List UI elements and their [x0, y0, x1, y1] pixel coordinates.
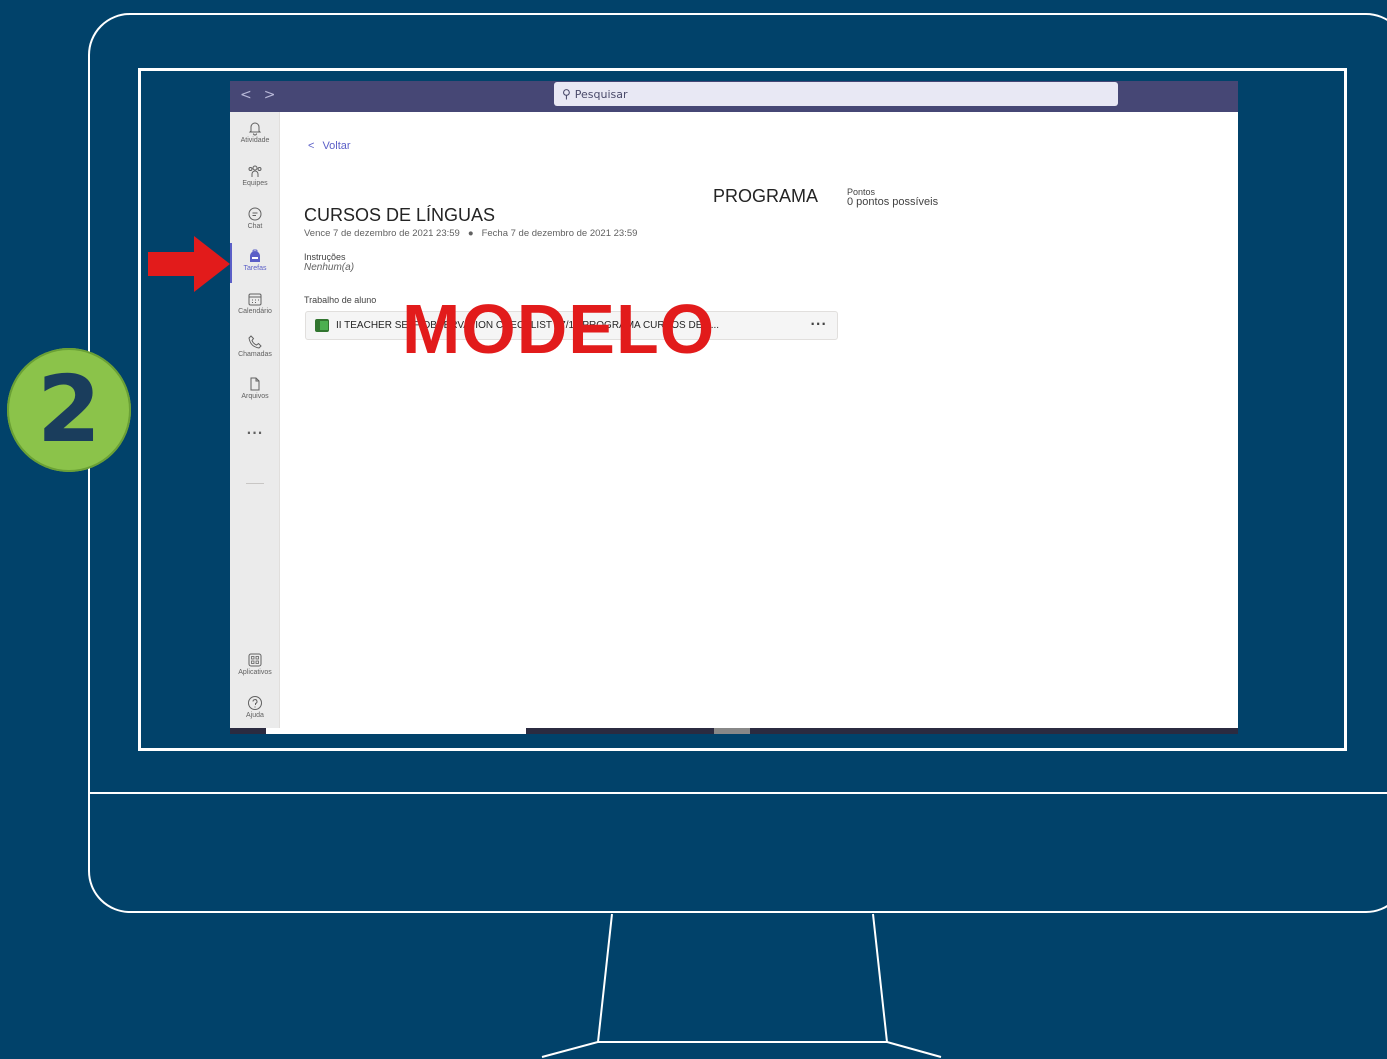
- rail-item-chat[interactable]: Chat: [230, 206, 280, 230]
- points-value: 0 pontos possíveis: [847, 196, 939, 208]
- phone-icon: [248, 335, 262, 349]
- bell-icon: [248, 122, 262, 136]
- student-work-label: Trabalho de aluno: [304, 295, 377, 305]
- modelo-watermark: MODELO: [402, 290, 716, 368]
- rail-item-chamadas[interactable]: Chamadas: [230, 334, 280, 358]
- rail-divider: [246, 483, 264, 484]
- rail-item-atividade[interactable]: Atividade: [230, 120, 280, 144]
- monitor-chin-line: [88, 792, 1387, 794]
- chat-icon: [248, 207, 262, 221]
- rail-item-ajuda[interactable]: Ajuda: [230, 695, 280, 719]
- forms-file-icon: [315, 319, 329, 332]
- help-icon: [248, 696, 262, 710]
- file-icon: [250, 377, 260, 391]
- assignment-dates: Vence 7 de dezembro de 2021 23:59 ● Fecha …: [304, 228, 637, 239]
- teams-topbar: <> ⚲ Pesquisar: [230, 81, 1238, 112]
- app-rail: Atividade Equipes Chat Tarefas Calendári…: [230, 112, 280, 734]
- file-more-options-icon[interactable]: ···: [810, 317, 827, 331]
- back-link[interactable]: < Voltar: [308, 140, 351, 152]
- strip-segment: [714, 728, 750, 734]
- teams-window: <> ⚲ Pesquisar Atividade Equipes Chat Tar…: [230, 81, 1238, 734]
- rail-item-arquivos[interactable]: Arquivos: [230, 376, 280, 400]
- rail-item-tarefas[interactable]: Tarefas: [230, 248, 280, 272]
- search-icon: ⚲: [562, 87, 571, 101]
- calendar-icon: [248, 293, 262, 306]
- assignment-title: CURSOS DE LÍNGUAS: [304, 205, 496, 225]
- rail-item-calendario[interactable]: Calendário: [230, 291, 280, 315]
- more-icon[interactable]: ...: [230, 423, 280, 437]
- due-date: Vence 7 de dezembro de 2021 23:59: [304, 228, 460, 239]
- search-input[interactable]: ⚲ Pesquisar: [554, 82, 1118, 106]
- chevron-left-icon: <: [308, 140, 315, 152]
- chevron-left-icon[interactable]: <: [240, 87, 264, 103]
- assignment-category: PROGRAMA: [713, 186, 819, 206]
- rail-item-equipes[interactable]: Equipes: [230, 163, 280, 187]
- step-badge: 2: [7, 348, 131, 472]
- backpack-icon: [250, 249, 260, 262]
- instructions-value: Nenhum(a): [304, 262, 355, 273]
- strip-segment: [266, 728, 526, 734]
- search-placeholder: Pesquisar: [574, 88, 628, 101]
- people-icon: [248, 165, 262, 177]
- bottom-strip: [230, 728, 1238, 734]
- separator-dot: ●: [467, 228, 474, 239]
- nav-arrows[interactable]: <>: [240, 87, 287, 103]
- instructions-label: Instruções: [304, 252, 346, 262]
- rail-item-aplicativos[interactable]: Aplicativos: [230, 652, 280, 676]
- chevron-right-icon[interactable]: >: [264, 87, 288, 103]
- pointer-arrow-icon: [148, 236, 230, 292]
- rail-active-indicator: [230, 243, 232, 283]
- close-date: Fecha 7 de dezembro de 2021 23:59: [481, 228, 638, 239]
- apps-icon: [248, 653, 262, 667]
